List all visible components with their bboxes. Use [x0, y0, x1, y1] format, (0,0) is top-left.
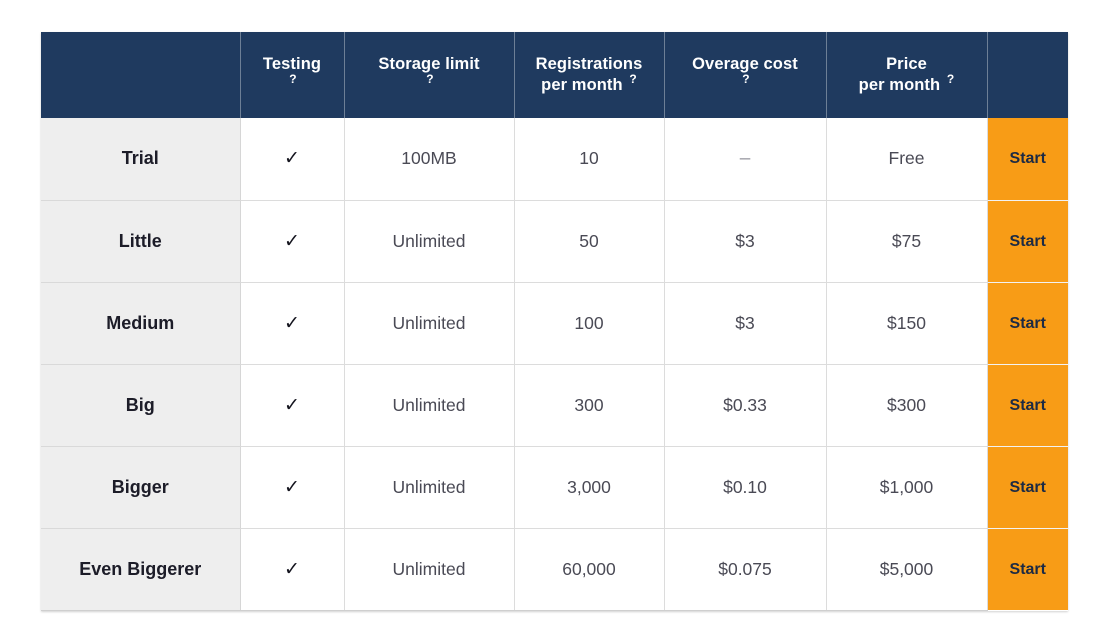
- testing-check-icon: ✓: [240, 118, 345, 201]
- storage-limit-cell: 100MB: [344, 118, 515, 201]
- storage-limit-cell: Unlimited: [344, 446, 515, 529]
- start-button[interactable]: Start: [988, 365, 1069, 446]
- registrations-cell: 300: [514, 364, 665, 447]
- header-row: Testing ? Storage limit ? Registrations …: [41, 32, 1068, 118]
- table-row: Trial ✓ 100MB 10 – Free Start: [41, 118, 1069, 201]
- start-button-cell[interactable]: Start: [987, 446, 1069, 529]
- overage-cost-cell: $0.10: [664, 446, 827, 529]
- column-header-storage-limit: Storage limit ?: [344, 32, 515, 118]
- column-header-price: Price per month ?: [826, 32, 988, 118]
- start-button[interactable]: Start: [988, 447, 1069, 528]
- pricing-table-container: Testing ? Storage limit ? Registrations …: [41, 32, 1068, 611]
- table-row: Even Biggerer ✓ Unlimited 60,000 $0.075 …: [41, 528, 1068, 611]
- column-header-price-label-line2: per month: [858, 76, 941, 94]
- storage-limit-cell: Unlimited: [344, 528, 515, 611]
- table-row: Bigger ✓ Unlimited 3,000 $0.10 $1,000 St…: [41, 446, 1069, 529]
- testing-check-icon: ✓: [240, 200, 345, 283]
- table-row: Big ✓ Unlimited 300 $0.33 $300 Start: [41, 364, 1069, 447]
- overage-cost-cell: $3: [664, 200, 827, 283]
- help-tooltip-icon-registrations[interactable]: ?: [629, 72, 636, 86]
- price-cell: $150: [826, 282, 988, 365]
- column-header-registrations: Registrations per month ?: [514, 32, 665, 118]
- table-row: Little ✓ Unlimited 50 $3 $75 Start: [41, 200, 1069, 283]
- start-button[interactable]: Start: [988, 118, 1069, 200]
- start-button[interactable]: Start: [988, 201, 1069, 282]
- start-button[interactable]: Start: [988, 529, 1069, 611]
- overage-cost-cell: $3: [664, 282, 827, 365]
- help-tooltip-icon-storage-limit[interactable]: ?: [426, 72, 433, 86]
- column-header-registrations-label-line2: per month: [541, 76, 623, 94]
- plan-name-cell: Bigger: [41, 446, 241, 529]
- start-button-cell[interactable]: Start: [987, 528, 1068, 610]
- testing-check-icon: ✓: [240, 528, 345, 611]
- start-button[interactable]: Start: [988, 283, 1069, 364]
- column-header-price-label-line1: Price: [886, 54, 927, 73]
- testing-check-icon: ✓: [240, 282, 345, 365]
- table-body: Trial ✓ 100MB 10 – Free Start Little ✓ U…: [41, 118, 1069, 611]
- overage-cost-cell: $0.33: [664, 364, 827, 447]
- registrations-cell: 100: [514, 282, 665, 365]
- table-header: Testing ? Storage limit ? Registrations …: [41, 32, 1068, 118]
- column-header-overage-cost: Overage cost ?: [664, 32, 827, 118]
- storage-limit-cell: Unlimited: [344, 200, 515, 283]
- price-cell: $75: [826, 200, 988, 283]
- price-cell: $300: [826, 364, 988, 447]
- testing-check-icon: ✓: [240, 364, 345, 447]
- plan-name-cell: Little: [41, 200, 241, 283]
- registrations-cell: 60,000: [514, 528, 665, 611]
- price-cell: Free: [826, 118, 988, 201]
- help-tooltip-icon-price[interactable]: ?: [947, 72, 954, 86]
- registrations-cell: 3,000: [514, 446, 665, 529]
- column-header-testing: Testing ?: [240, 32, 345, 118]
- registrations-cell: 50: [514, 200, 665, 283]
- overage-cost-cell: –: [664, 118, 827, 201]
- pricing-comparison-table: Testing ? Storage limit ? Registrations …: [41, 32, 1068, 611]
- start-button-cell[interactable]: Start: [987, 118, 1069, 201]
- plan-name-cell: Medium: [41, 282, 241, 365]
- price-cell: $1,000: [826, 446, 988, 529]
- overage-cost-cell: $0.075: [664, 528, 827, 611]
- help-tooltip-icon-overage-cost[interactable]: ?: [742, 72, 749, 86]
- price-cell: $5,000: [826, 528, 988, 611]
- storage-limit-cell: Unlimited: [344, 282, 515, 365]
- column-header-plan: [41, 32, 241, 118]
- plan-name-cell: Big: [41, 364, 241, 447]
- plan-name-cell: Trial: [41, 118, 241, 201]
- plan-name-cell: Even Biggerer: [41, 528, 241, 611]
- registrations-cell: 10: [514, 118, 665, 201]
- help-tooltip-icon-testing[interactable]: ?: [289, 72, 296, 86]
- start-button-cell[interactable]: Start: [987, 364, 1069, 447]
- table-row: Medium ✓ Unlimited 100 $3 $150 Start: [41, 282, 1069, 365]
- start-button-cell[interactable]: Start: [987, 200, 1069, 283]
- testing-check-icon: ✓: [240, 446, 345, 529]
- column-header-action: [987, 32, 1068, 118]
- storage-limit-cell: Unlimited: [344, 364, 515, 447]
- start-button-cell[interactable]: Start: [987, 282, 1069, 365]
